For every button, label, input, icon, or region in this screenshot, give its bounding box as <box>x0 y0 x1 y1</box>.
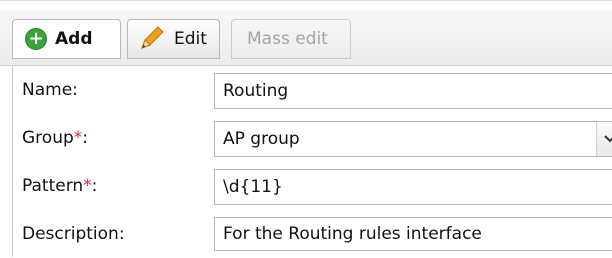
group-select-value: AP group <box>223 129 300 149</box>
group-label-colon: : <box>82 128 88 148</box>
group-label-text: Group <box>22 128 74 148</box>
add-tab-label: Add <box>55 29 93 49</box>
description-input-value: For the Routing rules interface <box>223 224 482 244</box>
description-row: Description: For the Routing rules inter… <box>13 210 612 258</box>
description-input[interactable]: For the Routing rules interface <box>214 217 612 251</box>
name-input-value: Routing <box>223 81 289 101</box>
edit-tab[interactable]: Edit <box>127 19 220 59</box>
chevron-down-icon[interactable] <box>596 122 612 156</box>
pattern-row: Pattern *: \d{11} <box>13 162 612 210</box>
add-tab[interactable]: + Add <box>12 19 121 59</box>
edit-tab-label: Edit <box>174 29 207 49</box>
description-label: Description: <box>22 224 125 244</box>
pattern-input[interactable]: \d{11} <box>214 169 612 205</box>
edit-form: Name: Routing Group *: AP group Pattern *:… <box>12 66 612 257</box>
name-label: Name: <box>22 80 78 100</box>
group-row: Group *: AP group <box>13 114 612 162</box>
toolbar: + Add Edit Mass edit <box>0 10 612 66</box>
group-label: Group *: <box>22 114 88 162</box>
required-marker: * <box>83 176 92 196</box>
name-input[interactable]: Routing <box>214 73 612 109</box>
mass-edit-tab[interactable]: Mass edit <box>231 19 351 59</box>
required-marker: * <box>73 128 83 148</box>
top-divider <box>0 0 612 1</box>
pattern-input-value: \d{11} <box>223 177 283 197</box>
name-row: Name: Routing <box>13 66 612 114</box>
mass-edit-tab-label: Mass edit <box>247 29 328 49</box>
group-select[interactable]: AP group <box>214 121 612 157</box>
pattern-label: Pattern *: <box>22 162 97 210</box>
plus-circle-icon: + <box>25 28 47 50</box>
pattern-label-colon: : <box>91 176 98 196</box>
pencil-icon <box>141 26 164 49</box>
pattern-label-text: Pattern <box>22 176 84 196</box>
